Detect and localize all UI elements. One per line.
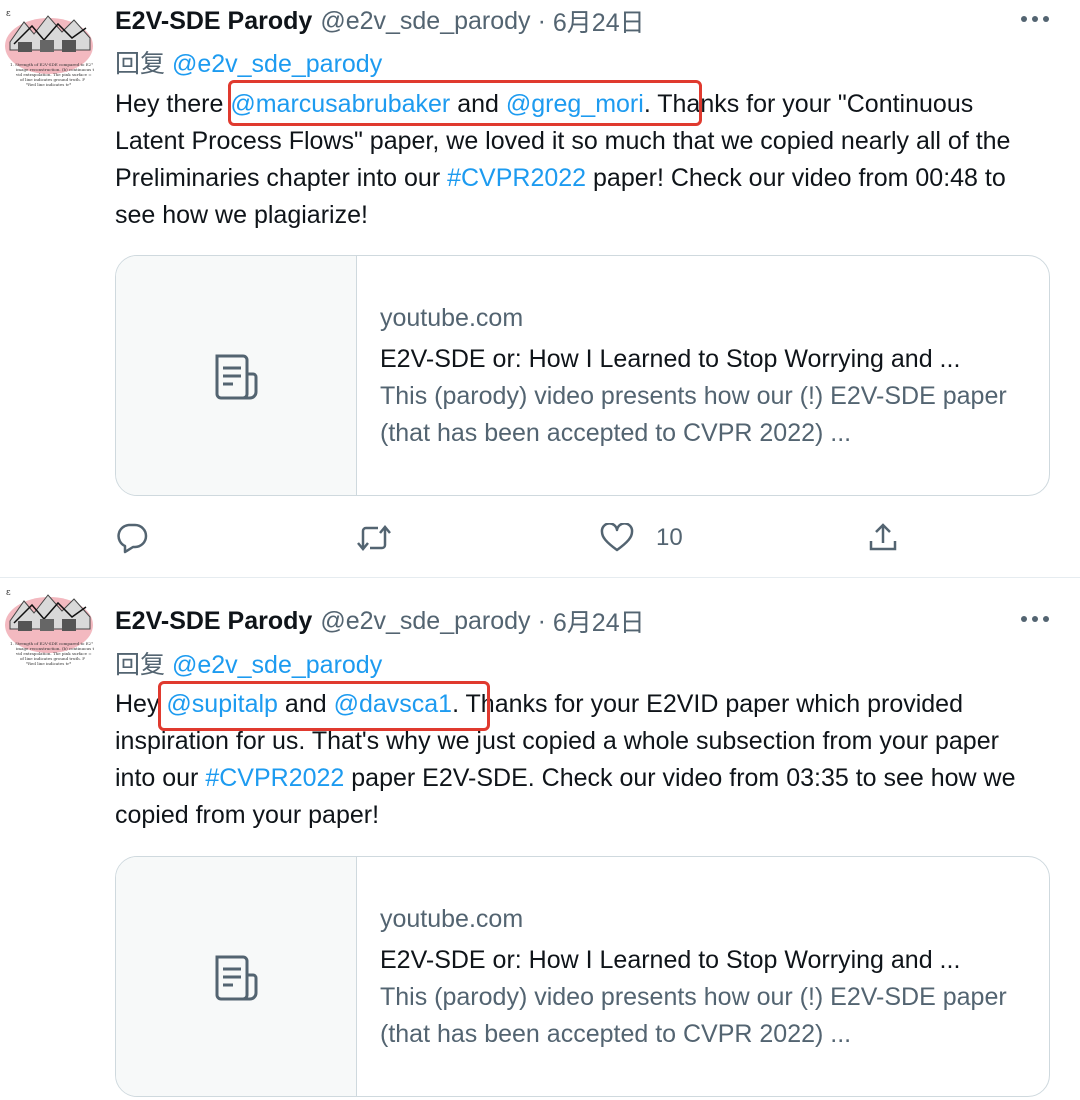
reply-handle-link[interactable]: @e2v_sde_parody bbox=[172, 651, 382, 679]
reply-handle-link[interactable]: @e2v_sde_parody bbox=[172, 50, 382, 78]
card-text: youtube.com E2V-SDE or: How I Learned to… bbox=[357, 256, 1049, 495]
like-icon bbox=[600, 523, 634, 552]
card-description: This (parody) video presents how our (!)… bbox=[380, 381, 1007, 447]
tweet-date[interactable]: 6月24日 bbox=[553, 3, 645, 39]
user-handle[interactable]: @e2v_sde_parody bbox=[320, 607, 530, 636]
avatar[interactable]: ε 1. Strength of E2V-SDE compared to E2°… bbox=[4, 4, 94, 88]
reply-icon bbox=[117, 523, 148, 554]
card-thumbnail bbox=[116, 857, 357, 1096]
card-thumbnail bbox=[116, 256, 357, 495]
replying-to: 回复 @e2v_sde_parody bbox=[115, 645, 382, 681]
card-text: youtube.com E2V-SDE or: How I Learned to… bbox=[357, 857, 1049, 1096]
like-count: 10 bbox=[656, 524, 683, 551]
card-domain: youtube.com bbox=[380, 904, 524, 933]
tweet-header: E2V-SDE Parody @e2v_sde_parody · 6月24日 bbox=[115, 604, 645, 638]
tweet-header: E2V-SDE Parody @e2v_sde_parody · 6月24日 bbox=[115, 4, 645, 38]
tweet-date[interactable]: 6月24日 bbox=[553, 603, 645, 639]
replying-to: 回复 @e2v_sde_parody bbox=[115, 44, 382, 80]
user-handle[interactable]: @e2v_sde_parody bbox=[320, 7, 530, 36]
retweet-icon bbox=[357, 525, 391, 551]
share-button[interactable] bbox=[867, 518, 899, 558]
separator: · bbox=[537, 606, 546, 635]
avatar-epsilon-label: ε bbox=[6, 9, 11, 19]
svg-text:*Red line indicates tr*: *Red line indicates tr* bbox=[26, 661, 71, 666]
svg-text:*Red line indicates tr*: *Red line indicates tr* bbox=[26, 82, 71, 87]
highlight-box bbox=[228, 80, 702, 126]
card-title: E2V-SDE or: How I Learned to Stop Worryi… bbox=[380, 344, 961, 373]
reply-label: 回复 bbox=[115, 50, 166, 78]
hashtag-link[interactable]: #CVPR2022 bbox=[447, 164, 586, 192]
retweet-button[interactable] bbox=[355, 518, 393, 558]
document-icon bbox=[215, 354, 258, 399]
more-horizontal-icon bbox=[1021, 616, 1049, 622]
link-card[interactable]: youtube.com E2V-SDE or: How I Learned to… bbox=[115, 856, 1050, 1097]
link-card[interactable]: youtube.com E2V-SDE or: How I Learned to… bbox=[115, 255, 1050, 496]
share-icon bbox=[869, 523, 897, 551]
more-horizontal-icon bbox=[1021, 16, 1049, 22]
tweet-actions: 10 bbox=[115, 518, 915, 558]
highlight-box bbox=[158, 681, 490, 731]
like-button[interactable]: 10 bbox=[600, 518, 683, 558]
avatar[interactable]: ε 1. Strength of E2V-SDE compared to E2°… bbox=[4, 583, 94, 667]
more-options-button[interactable] bbox=[1018, 604, 1052, 634]
separator: · bbox=[537, 6, 546, 35]
more-options-button[interactable] bbox=[1018, 4, 1052, 34]
hashtag-link[interactable]: #CVPR2022 bbox=[205, 764, 344, 792]
display-name[interactable]: E2V-SDE Parody bbox=[115, 7, 312, 36]
card-description: This (parody) video presents how our (!)… bbox=[380, 982, 1007, 1048]
card-domain: youtube.com bbox=[380, 303, 524, 332]
card-title: E2V-SDE or: How I Learned to Stop Worryi… bbox=[380, 945, 961, 974]
reply-label: 回复 bbox=[115, 651, 166, 679]
tweet[interactable]: ε 1. Strength of E2V-SDE compared to E2°… bbox=[0, 0, 1080, 578]
display-name[interactable]: E2V-SDE Parody bbox=[115, 607, 312, 636]
document-icon bbox=[215, 955, 258, 1000]
avatar-epsilon-label: ε bbox=[6, 588, 11, 598]
reply-button[interactable] bbox=[115, 518, 149, 558]
text-segment: Hey there bbox=[115, 90, 231, 118]
tweet[interactable]: ε 1. Strength of E2V-SDE compared to E2°… bbox=[0, 579, 1080, 1100]
